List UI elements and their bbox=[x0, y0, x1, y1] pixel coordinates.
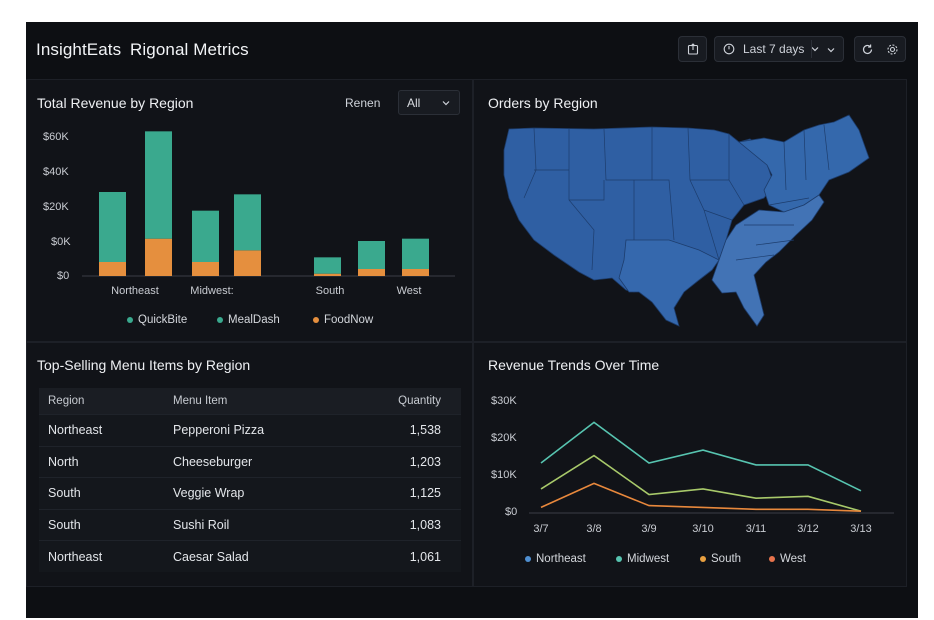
cell-region: Northeast bbox=[39, 540, 164, 572]
header: InsightEats Rigonal Metrics Last 7 days bbox=[26, 22, 918, 78]
table-row: North Cheeseburger 1,203 bbox=[39, 445, 461, 478]
clock-icon bbox=[723, 43, 735, 55]
column-header-region: Region bbox=[39, 388, 164, 415]
legend-swatch bbox=[525, 556, 531, 562]
revenue-trends-panel: Revenue Trends Over Time $30K $20K $10K … bbox=[473, 342, 907, 587]
legend-swatch bbox=[700, 556, 706, 562]
revenue-line-chart bbox=[529, 421, 894, 514]
bar-segment-foodnow bbox=[234, 250, 261, 276]
cell-menu-item: Pepperoni Pizza bbox=[164, 414, 357, 447]
cell-quantity: 1,061 bbox=[357, 540, 461, 572]
gear-icon[interactable] bbox=[886, 43, 899, 56]
legend-label: Midwest bbox=[627, 553, 670, 565]
bar-segment-foodnow bbox=[192, 262, 219, 276]
x-tick-label: West bbox=[396, 285, 422, 297]
x-tick-label: 3/12 bbox=[797, 523, 819, 535]
legend-label: MealDash bbox=[228, 314, 280, 326]
map-region-texas bbox=[618, 239, 720, 327]
series-line-midwest bbox=[540, 454, 862, 512]
bar-segment-quickbite bbox=[192, 210, 219, 262]
legend-label: West bbox=[780, 553, 806, 565]
orders-panel: Orders by Region bbox=[473, 79, 907, 342]
menu-panel-title: Top-Selling Menu Items by Region bbox=[37, 357, 251, 373]
export-button[interactable] bbox=[678, 36, 707, 62]
page-title: InsightEats Rigonal Metrics bbox=[36, 40, 249, 60]
bar-segment-quickbite bbox=[145, 131, 172, 239]
bar-segment-foodnow bbox=[402, 269, 429, 276]
legend-swatch bbox=[616, 556, 622, 562]
table-row: South Sushi Roil 1,083 bbox=[39, 508, 461, 541]
bar-segment-foodnow bbox=[145, 238, 172, 276]
bar-segment-foodnow bbox=[99, 262, 126, 276]
legend-item: QuickBite bbox=[127, 314, 187, 326]
bar-segment-quickbite bbox=[99, 192, 126, 262]
app-name: InsightEats bbox=[36, 40, 122, 59]
bar-segment-quickbite bbox=[358, 241, 385, 269]
date-range-select[interactable]: Last 7 days bbox=[714, 36, 844, 62]
x-tick-label: Northeast bbox=[111, 285, 159, 297]
revenue-panel: Total Revenue by Region Renen All $60K $… bbox=[26, 79, 473, 342]
series-line-northeast bbox=[540, 421, 862, 492]
cell-menu-item: Sushi Roil bbox=[164, 508, 357, 541]
table-row: Northeast Pepperoni Pizza 1,538 bbox=[39, 414, 461, 447]
bar-segment-quickbite bbox=[314, 257, 341, 274]
legend-label: QuickBite bbox=[138, 314, 188, 326]
page-subtitle: Rigonal Metrics bbox=[130, 40, 249, 59]
cell-menu-item: Veggie Wrap bbox=[164, 477, 357, 510]
legend-swatch bbox=[769, 556, 775, 562]
x-tick-label: 3/10 bbox=[692, 523, 714, 535]
dashboard: InsightEats Rigonal Metrics Last 7 days bbox=[26, 22, 918, 618]
us-choropleth-map bbox=[503, 114, 870, 327]
column-header-menu-item: Menu Item bbox=[164, 388, 357, 415]
cell-region: South bbox=[39, 477, 164, 510]
legend-swatch bbox=[217, 317, 223, 323]
cell-quantity: 1,083 bbox=[357, 508, 461, 541]
date-range-label: Last 7 days bbox=[743, 42, 805, 56]
divider bbox=[811, 40, 812, 58]
cell-menu-item: Cheeseburger bbox=[164, 445, 357, 478]
legend-item: FoodNow bbox=[313, 314, 373, 326]
cell-region: South bbox=[39, 508, 164, 541]
cell-menu-item: Caesar Salad bbox=[164, 540, 357, 572]
chevron-down-icon[interactable] bbox=[826, 45, 836, 55]
bar-segment-quickbite bbox=[234, 194, 261, 251]
cell-quantity: 1,538 bbox=[357, 414, 461, 447]
legend-item: South bbox=[700, 553, 741, 565]
x-tick-label: South bbox=[315, 285, 345, 297]
x-tick-label: 3/11 bbox=[745, 523, 767, 535]
legend-label: FoodNow bbox=[324, 314, 374, 326]
legend-item: West bbox=[769, 553, 806, 565]
bar-segment-quickbite bbox=[402, 238, 429, 269]
revenue-bar-chart bbox=[82, 131, 455, 277]
table-row: South Veggie Wrap 1,125 bbox=[39, 477, 461, 510]
legend-swatch bbox=[313, 317, 319, 323]
refresh-icon[interactable] bbox=[861, 43, 874, 56]
refresh-settings-group bbox=[854, 36, 906, 62]
x-tick-label: Midwest: bbox=[190, 285, 234, 297]
legend-item: Midwest bbox=[616, 553, 669, 565]
legend-label: Northeast bbox=[536, 553, 586, 565]
legend-label: South bbox=[711, 553, 742, 565]
legend-swatch bbox=[127, 317, 133, 323]
export-icon bbox=[687, 43, 698, 55]
bar-segment-foodnow bbox=[358, 269, 385, 276]
bar-segment-foodnow bbox=[314, 273, 341, 276]
table-row: Northeast Caesar Salad 1,061 bbox=[39, 540, 461, 572]
menu-items-panel: Top-Selling Menu Items by Region Region … bbox=[26, 342, 473, 587]
x-tick-label: 3/7 bbox=[533, 523, 549, 535]
menu-items-table: Region Menu Item Quantity Northeast Pepp… bbox=[39, 388, 461, 572]
cell-quantity: 1,125 bbox=[357, 477, 461, 510]
x-tick-label: 3/13 bbox=[850, 523, 872, 535]
legend-item: Northeast bbox=[525, 553, 586, 565]
legend-item: MealDash bbox=[217, 314, 280, 326]
table-header-row: Region Menu Item Quantity bbox=[39, 388, 461, 415]
x-tick-label: 3/8 bbox=[586, 523, 602, 535]
x-tick-label: 3/9 bbox=[641, 523, 657, 535]
cell-quantity: 1,203 bbox=[357, 445, 461, 478]
column-header-quantity: Quantity bbox=[357, 388, 461, 415]
cell-region: North bbox=[39, 445, 164, 478]
cell-region: Northeast bbox=[39, 414, 164, 447]
